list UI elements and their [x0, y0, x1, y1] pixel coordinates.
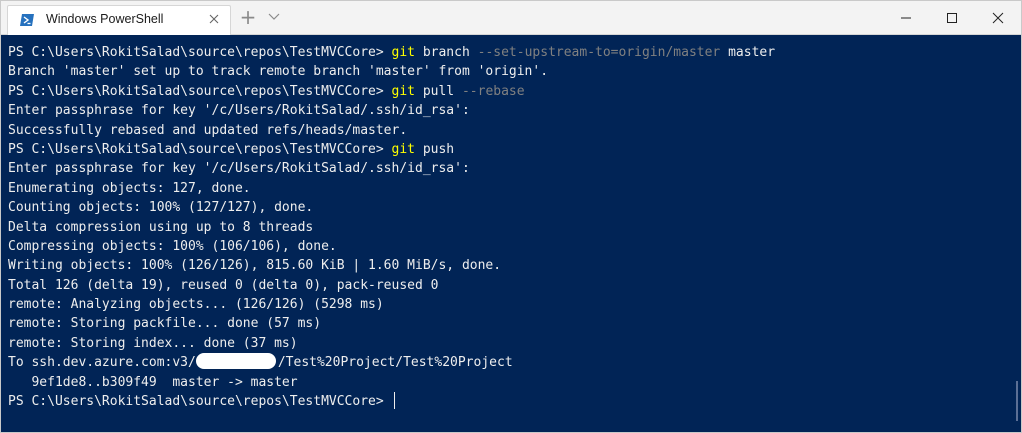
push-target-prefix: To ssh.dev.azure.com:v3/: [8, 355, 196, 371]
prompt-text: PS C:\Users\RokitSalad\source\repos\Test…: [8, 394, 392, 410]
terminal-line: remote: Storing packfile... done (57 ms): [8, 316, 322, 332]
terminal-line: Enter passphrase for key '/c/Users/Rokit…: [8, 103, 470, 119]
command-arg: master: [728, 45, 776, 60]
close-tab-icon[interactable]: [206, 11, 222, 27]
maximize-icon: [947, 12, 957, 23]
terminal-line: Compressing objects: 100% (106/106), don…: [8, 238, 337, 254]
terminal-window: Windows PowerShell + PS C:\Users\RokitSa…: [0, 0, 1022, 433]
new-tab-button[interactable]: +: [239, 7, 257, 27]
powershell-icon: [20, 14, 34, 26]
terminal-line: Enumerating objects: 127, done.: [8, 180, 251, 196]
terminal-line: 9ef1de8..b309f49 master -> master: [8, 374, 298, 390]
command-param: --set-upstream-to=origin/master: [477, 45, 721, 60]
terminal-line: Total 126 (delta 19), reused 0 (delta 0)…: [8, 277, 439, 293]
maximize-button[interactable]: [929, 1, 975, 34]
terminal-line: PS C:\Users\RokitSalad\source\repos\Test…: [8, 140, 1021, 159]
terminal-line: Enter passphrase for key '/c/Users/Rokit…: [8, 161, 470, 177]
terminal-line: Branch 'master' set up to track remote b…: [8, 64, 549, 80]
terminal-line: Successfully rebased and updated refs/he…: [8, 122, 408, 138]
prompt-text: PS C:\Users\RokitSalad\source\repos\Test…: [8, 45, 392, 60]
terminal-line: To ssh.dev.azure.com:v3/ /Test%20Project/…: [8, 353, 1021, 372]
chevron-down-icon[interactable]: [267, 10, 281, 24]
command-arg: branch: [422, 45, 470, 60]
command-arg: pull: [422, 83, 455, 99]
close-icon: [992, 12, 1004, 23]
terminal-line: PS C:\Users\RokitSalad\source\repos\Test…: [8, 43, 1021, 62]
scrollbar[interactable]: [1016, 381, 1018, 421]
terminal-line: PS C:\Users\RokitSalad\source\repos\Test…: [8, 82, 1021, 101]
command-text: git: [391, 141, 415, 157]
terminal-line: Delta compression using up to 8 threads: [8, 219, 314, 235]
text-cursor: [393, 392, 395, 410]
command-param: --rebase: [461, 83, 525, 99]
terminal-output[interactable]: PS C:\Users\RokitSalad\source\repos\Test…: [1, 35, 1021, 432]
minimize-button[interactable]: [883, 1, 929, 34]
tab-title: Windows PowerShell: [46, 12, 164, 26]
terminal-line: PS C:\Users\RokitSalad\source\repos\Test…: [8, 392, 1021, 411]
command-text: git: [391, 83, 415, 99]
terminal-line: remote: Analyzing objects... (126/126) (…: [8, 297, 384, 313]
command-text: git: [391, 45, 415, 60]
title-bar[interactable]: Windows PowerShell +: [1, 1, 1021, 35]
terminal-line: Writing objects: 100% (126/126), 815.60 …: [8, 258, 502, 274]
terminal-line: remote: Storing index... done (37 ms): [8, 335, 298, 351]
minimize-icon: [901, 17, 911, 18]
tab-windows-powershell[interactable]: Windows PowerShell: [7, 5, 231, 35]
terminal-line: Counting objects: 100% (127/127), done.: [8, 200, 314, 216]
command-arg: push: [422, 141, 455, 157]
prompt-text: PS C:\Users\RokitSalad\source\repos\Test…: [8, 141, 392, 157]
prompt-text: PS C:\Users\RokitSalad\source\repos\Test…: [8, 83, 392, 99]
redacted-organization: [195, 353, 276, 370]
push-target-suffix: /Test%20Project/Test%20Project: [277, 355, 513, 371]
close-window-button[interactable]: [975, 1, 1021, 34]
